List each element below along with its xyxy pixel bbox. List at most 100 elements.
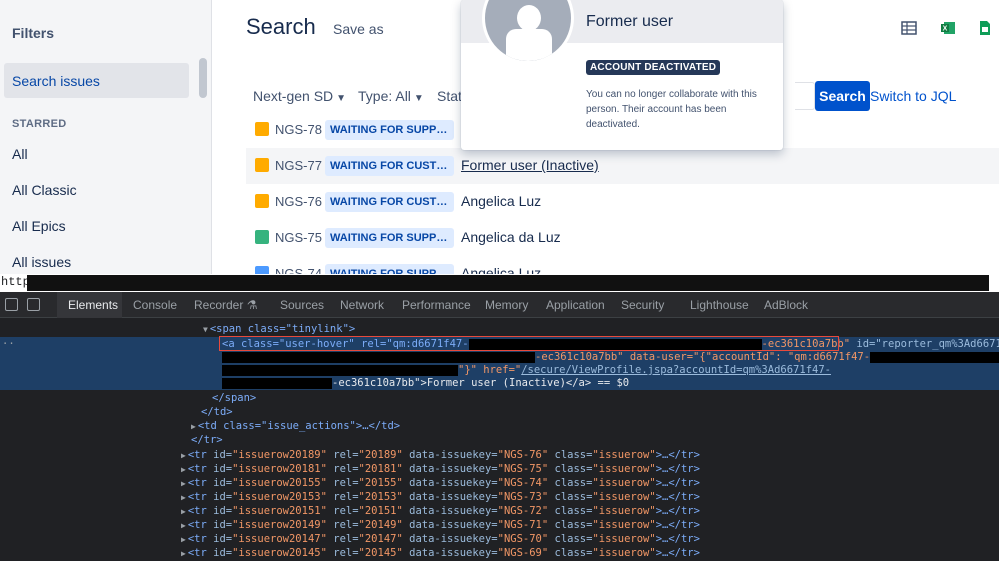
profile-name: Former user [586, 13, 674, 30]
tab-lighthouse[interactable]: Lighthouse [690, 298, 749, 312]
dom-node-span[interactable]: ▼ <span class="tinylink"> [0, 322, 999, 336]
dom-node-td-actions[interactable]: ▶ <td class="issue_actions">…</td> [0, 419, 999, 433]
sidebar-item-all-classic[interactable]: All Classic [12, 182, 77, 198]
tab-adblock[interactable]: AdBlock [764, 298, 808, 312]
code-text: "NGS-74" [497, 477, 549, 489]
reporter-link[interactable]: Former user (Inactive) [461, 157, 599, 173]
dom-node-issue-row[interactable]: ▶ <tr id="issuerow20151" rel="20151" data… [0, 504, 999, 518]
tab-elements[interactable]: Elements [68, 298, 118, 312]
code-text: "NGS-72" [497, 505, 549, 517]
device-toolbar-icon[interactable] [27, 298, 40, 311]
issue-key[interactable]: NGS-75 [275, 230, 322, 245]
issue-row[interactable]: NGS-75 WAITING FOR SUPP… Angelica da Luz [246, 220, 999, 256]
redacted-text [870, 351, 999, 363]
tab-application[interactable]: Application [546, 298, 605, 312]
issue-key[interactable]: NGS-78 [275, 122, 322, 137]
expand-triangle-icon[interactable]: ▶ [181, 451, 186, 460]
code-text: "20155" [358, 477, 403, 489]
reporter-link[interactable]: Angelica Luz [461, 193, 541, 209]
code-text: >…</tr> [655, 547, 700, 559]
search-input[interactable] [795, 82, 815, 110]
dom-node-td-close[interactable]: </td> [0, 405, 999, 419]
task-icon [255, 266, 269, 274]
redacted-text [222, 377, 332, 389]
dom-node-issue-row[interactable]: ▶ <tr id="issuerow20155" rel="20155" data… [0, 476, 999, 490]
status-filter-dropdown[interactable]: Stat [437, 88, 462, 104]
search-button[interactable]: Search [815, 81, 870, 111]
save-as-button[interactable]: Save as [333, 21, 384, 37]
expand-triangle-icon[interactable]: ▼ [203, 325, 208, 334]
expand-triangle-icon[interactable]: ▶ [181, 535, 186, 544]
expand-triangle-icon[interactable]: ▶ [191, 422, 196, 431]
sheets-export-icon[interactable] [977, 20, 993, 36]
project-filter-dropdown[interactable]: Next-gen SD ▼ [253, 88, 346, 104]
issue-row[interactable]: NGS-76 WAITING FOR CUST… Angelica Luz [246, 184, 999, 220]
expand-triangle-icon[interactable]: ▶ [181, 549, 186, 558]
dom-node-issue-row[interactable]: ▶ <tr id="issuerow20149" rel="20149" data… [0, 518, 999, 532]
dom-node-issue-row[interactable]: ▶ <tr id="issuerow20145" rel="20145" data… [0, 546, 999, 560]
code-text: class= [548, 449, 593, 461]
inspect-element-icon[interactable] [5, 298, 18, 311]
code-text: rel= [326, 505, 359, 517]
code-text: "20149" [358, 519, 403, 531]
table-view-icon[interactable] [901, 20, 917, 36]
tab-network[interactable]: Network [340, 298, 384, 312]
status-badge: WAITING FOR CUST… [325, 192, 454, 212]
ellipsis-icon: ·· [2, 338, 15, 350]
type-filter-label: Type: All [358, 88, 411, 104]
devtools-tabbar: Elements Console Recorder ⚗ Sources Netw… [0, 292, 999, 318]
dom-node-issue-row[interactable]: ▶ <tr id="issuerow20153" rel="20153" data… [0, 490, 999, 504]
switch-to-jql-link[interactable]: Switch to JQL [870, 88, 956, 104]
issue-key[interactable]: NGS-74 [275, 266, 322, 274]
profile-href-link[interactable]: /secure/ViewProfile.jspa?accountId=qm%3A… [521, 364, 831, 376]
code-text: class= [548, 491, 593, 503]
code-text: >…</tr> [655, 477, 700, 489]
sidebar-item-all[interactable]: All [12, 146, 28, 162]
sidebar-item-search-issues[interactable]: Search issues [4, 63, 189, 98]
code-text: <span class="tinylink"> [209, 323, 356, 335]
sidebar-item-all-issues[interactable]: All issues [12, 254, 71, 270]
code-text: >…</tr> [655, 505, 700, 517]
code-text: <tr [187, 463, 214, 475]
expand-triangle-icon[interactable]: ▶ [181, 507, 186, 516]
code-text: >…</tr> [655, 519, 700, 531]
expand-triangle-icon[interactable]: ▶ [181, 465, 186, 474]
type-filter-dropdown[interactable]: Type: All ▼ [358, 88, 424, 104]
code-text: "20153" [358, 491, 403, 503]
sidebar-item-all-epics[interactable]: All Epics [12, 218, 66, 234]
tab-recorder[interactable]: Recorder ⚗ [194, 298, 257, 312]
dom-node-issue-row[interactable]: ▶ <tr id="issuerow20181" rel="20181" data… [0, 462, 999, 476]
issue-row[interactable]: NGS-77 WAITING FOR CUST… Former user (In… [246, 148, 999, 184]
dom-node-tr-close[interactable]: </tr> [0, 433, 999, 447]
mail-icon [255, 194, 269, 208]
sidebar-scrollbar[interactable] [199, 58, 207, 98]
sidebar-item-label: Search issues [12, 73, 100, 89]
tab-security[interactable]: Security [621, 298, 664, 312]
tab-sources[interactable]: Sources [280, 298, 324, 312]
dollar-icon [255, 230, 269, 244]
reporter-link[interactable]: Angelica Luz [461, 265, 541, 274]
issue-row[interactable]: NGS-74 WAITING FOR SUPP… Angelica Luz [246, 256, 999, 274]
code-text: <tr [187, 491, 214, 503]
dom-node-issue-row[interactable]: ▶ <tr id="issuerow20147" rel="20147" data… [0, 532, 999, 546]
tab-console[interactable]: Console [133, 298, 177, 312]
dom-node-anchor-line2[interactable]: -ec361c10a7bb" data-user="{"accountId": … [0, 350, 999, 364]
dom-node-span-close[interactable]: </span> [0, 391, 999, 405]
code-text: class= [548, 533, 593, 545]
expand-triangle-icon[interactable]: ▶ [181, 493, 186, 502]
tab-performance[interactable]: Performance [402, 298, 471, 312]
expand-triangle-icon[interactable]: ▶ [181, 479, 186, 488]
dom-node-anchor-line3[interactable]: "}" href="/secure/ViewProfile.jspa?accou… [0, 363, 999, 377]
expand-triangle-icon[interactable]: ▶ [181, 521, 186, 530]
dom-node-issue-row[interactable]: ▶ <tr id="issuerow20189" rel="20189" data… [0, 448, 999, 462]
url-bar[interactable]: https:// [0, 274, 999, 292]
tab-memory[interactable]: Memory [485, 298, 528, 312]
reporter-link[interactable]: Angelica da Luz [461, 229, 561, 245]
code-text: rel= [326, 533, 359, 545]
code-text: rel= [326, 449, 359, 461]
issue-key[interactable]: NGS-76 [275, 194, 322, 209]
dom-node-anchor-line4[interactable]: -ec361c10a7bb">Former user (Inactive)</a… [0, 376, 999, 390]
code-text: >…</tr> [655, 463, 700, 475]
issue-key[interactable]: NGS-77 [275, 158, 322, 173]
excel-export-icon[interactable]: X [940, 20, 956, 36]
